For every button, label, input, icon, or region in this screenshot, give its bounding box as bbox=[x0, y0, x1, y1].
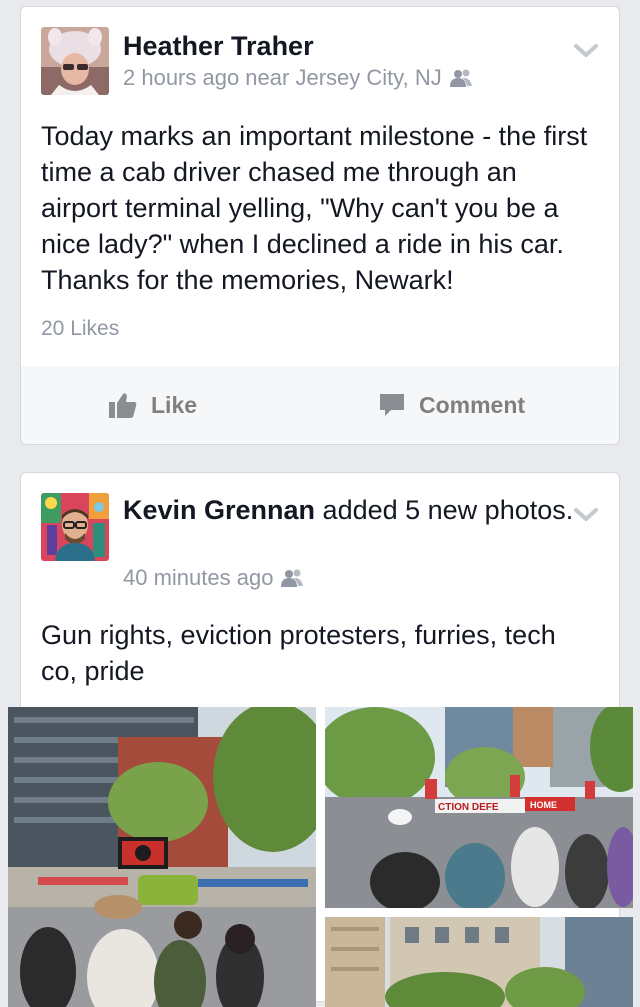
post-card: Kevin Grennan added 5 new photos. 40 min… bbox=[8, 472, 633, 1007]
like-button[interactable]: Like bbox=[109, 366, 197, 444]
friends-icon bbox=[281, 569, 304, 587]
photo-1[interactable] bbox=[8, 707, 316, 1007]
post-meta: 2 hours ago near Jersey City, NJ bbox=[123, 64, 472, 92]
comment-button[interactable]: Comment bbox=[379, 366, 525, 444]
friends-icon bbox=[449, 69, 472, 87]
photo-2[interactable]: CTION DEFE HOME bbox=[325, 707, 633, 908]
chevron-down-icon[interactable] bbox=[573, 37, 599, 63]
like-label: Like bbox=[151, 391, 198, 418]
like-count[interactable]: 20 Likes bbox=[41, 317, 119, 341]
banner-text: CTION DEFE bbox=[438, 802, 499, 813]
photo-grid: CTION DEFE HOME bbox=[8, 707, 633, 1007]
post-author[interactable]: Heather Traher bbox=[123, 29, 314, 63]
post-meta: 40 minutes ago bbox=[123, 564, 304, 592]
banner-text-2: HOME bbox=[530, 800, 557, 810]
comment-label: Comment bbox=[419, 391, 526, 418]
avatar[interactable] bbox=[41, 493, 109, 561]
comment-icon bbox=[380, 394, 404, 416]
action-bar: Like Comment bbox=[21, 366, 619, 444]
avatar[interactable] bbox=[41, 27, 109, 95]
post-action: added 5 new photos. bbox=[315, 495, 574, 525]
post-text: Gun rights, eviction protesters, furries… bbox=[41, 620, 556, 686]
post-timestamp[interactable]: 40 minutes ago bbox=[123, 564, 273, 592]
post-card: Heather Traher 2 hours ago near Jersey C… bbox=[20, 6, 620, 445]
post-author: Kevin Grennan added 5 new photos. bbox=[123, 493, 573, 527]
author-link[interactable]: Kevin Grennan bbox=[123, 495, 315, 525]
post-text: Today marks an important milestone - the… bbox=[41, 121, 588, 295]
chevron-down-icon[interactable] bbox=[573, 501, 599, 527]
thumbs-up-icon bbox=[109, 393, 137, 418]
post-timestamp[interactable]: 2 hours ago near Jersey City, NJ bbox=[123, 64, 442, 92]
